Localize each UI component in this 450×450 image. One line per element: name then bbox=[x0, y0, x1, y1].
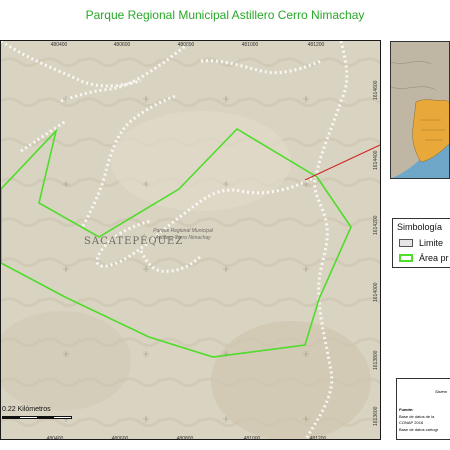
park-label: Parque Regional Municipal Astillero Cerr… bbox=[153, 228, 213, 241]
coord-right-1: 1614600 bbox=[373, 80, 379, 100]
location-inset-map[interactable] bbox=[390, 41, 450, 179]
coord-bottom-5: 481200 bbox=[309, 436, 327, 442]
coord-top-2: 480600 bbox=[113, 42, 131, 48]
info-line-4: Base de datos cartogr bbox=[399, 427, 439, 432]
legend-label-limit: Limite bbox=[419, 238, 444, 248]
area-swatch-icon bbox=[399, 254, 413, 262]
limit-swatch-icon bbox=[399, 239, 413, 247]
scale-bar bbox=[2, 416, 72, 419]
inset-leader-line bbox=[304, 144, 381, 181]
legend-item-limit: Limite bbox=[399, 238, 443, 248]
coord-bottom-2: 480600 bbox=[111, 436, 129, 442]
inset-canvas bbox=[391, 42, 449, 178]
coord-right-3: 1614200 bbox=[373, 215, 379, 235]
info-box: Sistem Fuente: Base de datos de la CONAP… bbox=[396, 378, 450, 440]
info-header: Sistem bbox=[435, 389, 448, 394]
coord-top-5: 481200 bbox=[307, 42, 325, 48]
map-title: Parque Regional Municipal Astillero Cerr… bbox=[85, 8, 365, 22]
coord-bottom-3: 480800 bbox=[176, 436, 194, 442]
legend-label-area: Área pr bbox=[419, 253, 449, 263]
coord-bottom-4: 481000 bbox=[243, 436, 261, 442]
map-legend: Simbología Limite Área pr bbox=[392, 218, 450, 268]
coord-right-5: 1613800 bbox=[373, 350, 379, 370]
coord-bottom-1: 480400 bbox=[46, 436, 64, 442]
coord-right-4: 1614000 bbox=[373, 282, 379, 302]
coord-right-6: 1613600 bbox=[373, 406, 379, 426]
info-line-3: CONAP 2016 bbox=[399, 420, 424, 425]
coord-top-1: 480400 bbox=[50, 42, 68, 48]
info-line-1: Fuente: bbox=[399, 407, 414, 412]
scale-label: 0.22 Kilómetros bbox=[2, 406, 51, 413]
info-line-2: Base de datos de la bbox=[399, 414, 435, 419]
legend-title: Simbología bbox=[397, 222, 443, 232]
coord-top-3: 480800 bbox=[177, 42, 195, 48]
coord-top-4: 481000 bbox=[241, 42, 259, 48]
legend-item-area: Área pr bbox=[399, 253, 449, 263]
